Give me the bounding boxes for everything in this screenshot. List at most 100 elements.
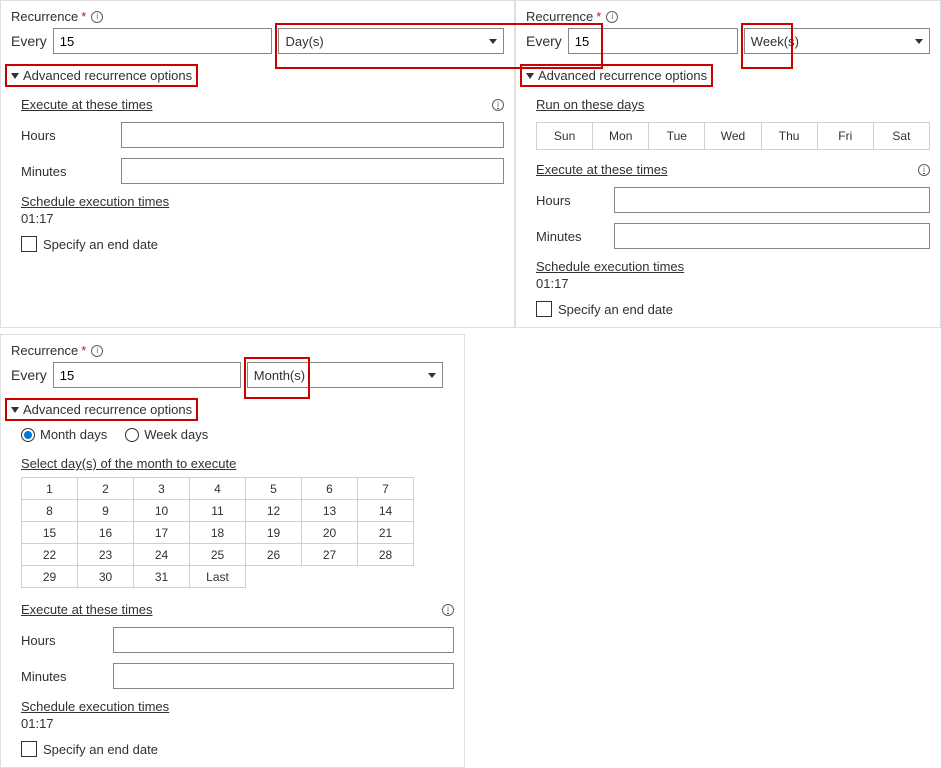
end-date-checkbox[interactable] <box>21 741 37 757</box>
day-wed[interactable]: Wed <box>705 123 761 149</box>
minutes-row: Minutes <box>536 223 930 249</box>
end-date-row[interactable]: Specify an end date <box>21 236 504 252</box>
required-asterisk: * <box>81 9 86 24</box>
end-date-row[interactable]: Specify an end date <box>21 741 454 757</box>
help-icon[interactable]: i <box>606 11 618 23</box>
month-day[interactable]: 19 <box>246 522 302 544</box>
run-days-section: Run on these days Sun Mon Tue Wed Thu Fr… <box>526 97 930 317</box>
advanced-options-toggle[interactable]: Advanced recurrence options <box>526 68 707 83</box>
radio-row: Month days Week days <box>11 427 454 442</box>
month-day[interactable]: 14 <box>358 500 414 522</box>
minutes-input[interactable] <box>614 223 930 249</box>
collapse-icon <box>526 73 534 79</box>
month-day[interactable]: 31 <box>134 566 190 588</box>
radio-week-days[interactable]: Week days <box>125 427 208 442</box>
month-day[interactable]: 15 <box>22 522 78 544</box>
schedule-times-label: Schedule execution times <box>536 259 930 274</box>
month-day[interactable]: 9 <box>78 500 134 522</box>
collapse-icon <box>11 407 19 413</box>
unit-select[interactable]: Week(s) <box>744 28 930 54</box>
month-day[interactable]: 17 <box>134 522 190 544</box>
day-tue[interactable]: Tue <box>649 123 705 149</box>
end-date-checkbox[interactable] <box>21 236 37 252</box>
month-day[interactable]: 10 <box>134 500 190 522</box>
month-day[interactable]: 18 <box>190 522 246 544</box>
help-icon[interactable]: i <box>492 99 504 111</box>
minutes-input[interactable] <box>121 158 504 184</box>
schedule-time-value: 01:17 <box>536 276 930 291</box>
schedule-times-label: Schedule execution times <box>21 699 454 714</box>
month-day[interactable]: Last <box>190 566 246 588</box>
month-day[interactable]: 21 <box>358 522 414 544</box>
recurrence-panel-days: Recurrence * i Every Day(s) Advanced rec… <box>0 0 515 328</box>
month-day[interactable]: 5 <box>246 478 302 500</box>
radio-month-days[interactable]: Month days <box>21 427 107 442</box>
help-icon[interactable]: i <box>918 164 930 176</box>
hours-label: Hours <box>21 633 113 648</box>
hours-input[interactable] <box>113 627 454 653</box>
month-day[interactable]: 29 <box>22 566 78 588</box>
month-day[interactable]: 3 <box>134 478 190 500</box>
month-day[interactable]: 26 <box>246 544 302 566</box>
execute-times-section: Execute at these times i Hours Minutes S… <box>11 602 454 757</box>
month-days-grid: 1 2 3 4 5 6 7 8 9 10 11 12 13 14 15 16 1… <box>21 477 414 588</box>
month-day[interactable]: 1 <box>22 478 78 500</box>
execute-times-header: Execute at these times i <box>21 97 504 112</box>
every-value-input[interactable] <box>53 362 241 388</box>
every-value-input[interactable] <box>53 28 273 54</box>
day-sun[interactable]: Sun <box>537 123 593 149</box>
unit-select[interactable]: Month(s) <box>247 362 443 388</box>
month-day[interactable]: 12 <box>246 500 302 522</box>
month-day[interactable]: 20 <box>302 522 358 544</box>
month-day[interactable]: 2 <box>78 478 134 500</box>
minutes-row: Minutes <box>21 158 504 184</box>
month-day[interactable]: 30 <box>78 566 134 588</box>
unit-select[interactable]: Day(s) <box>278 28 504 54</box>
radio-week-days-label: Week days <box>144 427 208 442</box>
hours-row: Hours <box>536 187 930 213</box>
advanced-options-label: Advanced recurrence options <box>23 68 192 83</box>
month-day[interactable]: 11 <box>190 500 246 522</box>
month-day[interactable]: 24 <box>134 544 190 566</box>
month-day[interactable]: 27 <box>302 544 358 566</box>
minutes-row: Minutes <box>21 663 454 689</box>
advanced-options-toggle[interactable]: Advanced recurrence options <box>11 68 192 83</box>
month-day[interactable]: 13 <box>302 500 358 522</box>
month-day[interactable]: 4 <box>190 478 246 500</box>
recurrence-title: Recurrence <box>11 343 78 358</box>
minutes-input[interactable] <box>113 663 454 689</box>
execute-times-section: Execute at these times i Hours Minutes S… <box>11 97 504 252</box>
radio-month-days-label: Month days <box>40 427 107 442</box>
month-day[interactable]: 16 <box>78 522 134 544</box>
day-sat[interactable]: Sat <box>874 123 929 149</box>
every-label: Every <box>11 33 47 49</box>
hours-row: Hours <box>21 122 504 148</box>
every-row: Every Day(s) <box>11 28 504 54</box>
end-date-checkbox[interactable] <box>536 301 552 317</box>
minutes-label: Minutes <box>21 669 113 684</box>
every-value-input[interactable] <box>568 28 738 54</box>
advanced-options-toggle[interactable]: Advanced recurrence options <box>11 402 192 417</box>
end-date-row[interactable]: Specify an end date <box>536 301 930 317</box>
day-thu[interactable]: Thu <box>762 123 818 149</box>
help-icon[interactable]: i <box>91 11 103 23</box>
day-mon[interactable]: Mon <box>593 123 649 149</box>
help-icon[interactable]: i <box>91 345 103 357</box>
month-day[interactable]: 23 <box>78 544 134 566</box>
hours-input[interactable] <box>121 122 504 148</box>
month-day[interactable]: 22 <box>22 544 78 566</box>
month-day[interactable]: 7 <box>358 478 414 500</box>
end-date-label: Specify an end date <box>43 742 158 757</box>
month-day[interactable]: 25 <box>190 544 246 566</box>
recurrence-panel-weeks: Recurrence * i Every Week(s) Advanced re… <box>515 0 941 328</box>
execute-times-header: Execute at these times i <box>536 162 930 177</box>
month-day[interactable]: 28 <box>358 544 414 566</box>
select-month-days-label: Select day(s) of the month to execute <box>11 456 454 471</box>
day-fri[interactable]: Fri <box>818 123 874 149</box>
month-day[interactable]: 6 <box>302 478 358 500</box>
every-row: Every Month(s) <box>11 362 454 388</box>
required-asterisk: * <box>81 343 86 358</box>
month-day[interactable]: 8 <box>22 500 78 522</box>
hours-input[interactable] <box>614 187 930 213</box>
help-icon[interactable]: i <box>442 604 454 616</box>
